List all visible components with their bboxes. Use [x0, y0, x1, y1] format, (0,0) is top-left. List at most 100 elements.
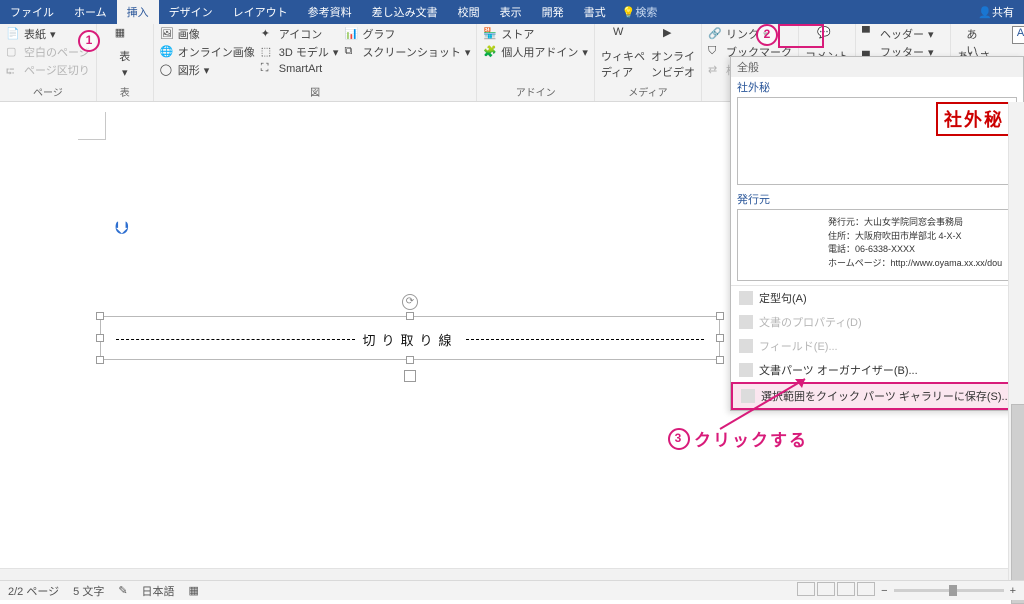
- smartart-icon: ⛶: [261, 62, 275, 76]
- tab-review[interactable]: 校閲: [448, 0, 490, 24]
- screenshot-button[interactable]: ⧉スクリーンショット ▾: [344, 44, 470, 60]
- anchor-icon: ⮋: [115, 218, 129, 239]
- resize-handle[interactable]: [716, 356, 724, 364]
- textbox-icon: A: [1012, 26, 1024, 44]
- picture-button[interactable]: 🖼画像: [160, 26, 255, 42]
- dash-left: [116, 339, 355, 340]
- status-words[interactable]: 5 文字: [73, 583, 104, 599]
- break-icon: ⮓: [6, 63, 20, 77]
- scroll-thumb[interactable]: [1011, 404, 1024, 604]
- callout-1: 1: [78, 30, 100, 52]
- qp-thumb-confidential: 社外秘: [737, 97, 1017, 185]
- link-icon: 🔗: [708, 27, 722, 41]
- page-break-button[interactable]: ⮓ページ区切り: [6, 62, 90, 78]
- tab-design[interactable]: デザイン: [159, 0, 223, 24]
- wiki-button[interactable]: Wウィキペディア: [601, 26, 645, 80]
- qp-block-issuer[interactable]: 発行元 発行元：大山女学院同窓会事務局 住所：大阪府吹田市岸部北 4-X-X 電…: [731, 189, 1023, 285]
- screenshot-icon: ⧉: [344, 45, 358, 59]
- my-addins-button[interactable]: 🧩個人用アドイン ▾: [483, 44, 588, 60]
- tab-format[interactable]: 書式: [574, 0, 616, 24]
- search-label: 検索: [635, 4, 657, 20]
- selected-textbox[interactable]: ⟳ 切り取り線: [100, 302, 720, 374]
- blank-page-button[interactable]: ▢空白のページ: [6, 44, 90, 60]
- status-lang[interactable]: 日本語: [142, 583, 175, 599]
- layout-options-handle[interactable]: [404, 370, 416, 382]
- titlebar-spacer: [663, 0, 968, 24]
- tab-insert[interactable]: 挿入: [117, 0, 159, 24]
- cutline-row: 切り取り線: [116, 330, 704, 349]
- tab-view[interactable]: 表示: [490, 0, 532, 24]
- status-bar: 2/2 ページ 5 文字 ✎ 日本語 ▦ − +: [0, 580, 1024, 600]
- icons-button[interactable]: ✦アイコン: [261, 26, 339, 42]
- blank-icon: ▢: [6, 45, 20, 59]
- status-macro-icon[interactable]: ▦: [189, 584, 199, 597]
- callout-3-arrow: [710, 374, 810, 434]
- table-button[interactable]: ▦表▾: [103, 26, 147, 79]
- share-label: 共有: [992, 4, 1014, 20]
- tab-mail[interactable]: 差し込み文書: [362, 0, 448, 24]
- cutline-label: 切り取り線: [363, 330, 458, 349]
- tab-dev[interactable]: 開発: [532, 0, 574, 24]
- store-button[interactable]: 🏪ストア: [483, 26, 588, 42]
- shapes-icon: ◯: [160, 63, 174, 77]
- confidential-stamp: 社外秘: [936, 102, 1012, 136]
- picture-icon: 🖼: [160, 27, 174, 41]
- smartart-button[interactable]: ⛶SmartArt: [261, 62, 339, 76]
- status-page[interactable]: 2/2 ページ: [8, 583, 59, 599]
- share-button[interactable]: 👤 共有: [968, 0, 1024, 24]
- tab-home[interactable]: ホーム: [64, 0, 117, 24]
- resize-handle[interactable]: [716, 312, 724, 320]
- shapes-button[interactable]: ◯図形 ▾: [160, 62, 255, 78]
- qp-block-confidential[interactable]: 社外秘 社外秘: [731, 77, 1023, 189]
- zoom-knob[interactable]: [949, 585, 957, 596]
- group-table: ▦表▾ 表: [97, 24, 154, 101]
- resize-handle[interactable]: [406, 356, 414, 364]
- callout-2: 2: [756, 24, 778, 46]
- video-icon: ▶: [663, 26, 683, 46]
- qp-autotext[interactable]: 定型句(A): [731, 286, 1023, 310]
- group-page-label: ページ: [6, 82, 90, 99]
- qp-field: フィールド(E)...: [731, 334, 1023, 358]
- ribbon-tabs: ファイル ホーム 挿入 デザイン レイアウト 参考資料 差し込み文書 校閲 表示…: [0, 0, 1024, 24]
- group-addin-label: アドイン: [483, 82, 588, 99]
- online-picture-button[interactable]: 🌐オンライン画像: [160, 44, 255, 60]
- tell-me-search[interactable]: 💡 検索: [616, 0, 664, 24]
- vertical-scrollbar[interactable]: [1008, 102, 1024, 580]
- zoom-slider[interactable]: [894, 589, 1004, 592]
- aisatsu-icon: あいさつ: [966, 26, 986, 46]
- table-icon: ▦: [115, 26, 135, 46]
- status-proof-icon[interactable]: ✎: [118, 584, 127, 597]
- header-button[interactable]: ▀ヘッダー ▾: [862, 26, 944, 42]
- zoom-in[interactable]: +: [1010, 585, 1016, 597]
- issuer-line: 住所：大阪府吹田市岸部北 4-X-X: [828, 230, 1010, 244]
- group-media: Wウィキペディア ▶オンラインビデオ メディア: [595, 24, 702, 101]
- resize-handle[interactable]: [96, 334, 104, 342]
- resize-handle[interactable]: [716, 334, 724, 342]
- online-video-button[interactable]: ▶オンラインビデオ: [651, 26, 695, 80]
- page-margin-corner: [78, 112, 106, 140]
- resize-handle[interactable]: [96, 312, 104, 320]
- 3d-model-button[interactable]: ⬚3D モデル ▾: [261, 44, 339, 60]
- tab-ref[interactable]: 参考資料: [298, 0, 362, 24]
- view-buttons[interactable]: [795, 582, 875, 599]
- rotate-handle[interactable]: ⟳: [402, 294, 418, 310]
- textbox-button[interactable]: A: [1001, 26, 1024, 44]
- callout-3-text: クリックする: [694, 426, 808, 451]
- quickparts-dropdown: 全般 社外秘 社外秘 発行元 発行元：大山女学院同窓会事務局 住所：大阪府吹田市…: [730, 56, 1024, 411]
- tab-layout[interactable]: レイアウト: [223, 0, 298, 24]
- tab-file[interactable]: ファイル: [0, 0, 64, 24]
- resize-handle[interactable]: [96, 356, 104, 364]
- resize-handle[interactable]: [406, 312, 414, 320]
- callout-2-highlight: [778, 24, 824, 48]
- horizontal-scrollbar[interactable]: [0, 568, 1008, 580]
- issuer-line: 電話：06-6338-XXXX: [828, 243, 1010, 257]
- header-icon: ▀: [862, 27, 876, 41]
- zoom-out[interactable]: −: [881, 585, 887, 597]
- chart-button[interactable]: 📊グラフ: [344, 26, 470, 42]
- qp-thumb-issuer: 発行元：大山女学院同窓会事務局 住所：大阪府吹田市岸部北 4-X-X 電話：06…: [737, 209, 1017, 281]
- issuer-line: 発行元：大山女学院同窓会事務局: [828, 216, 1010, 230]
- qp-docprops: 文書のプロパティ(D): [731, 310, 1023, 334]
- page-icon: 📄: [6, 27, 20, 41]
- icons-icon: ✦: [261, 27, 275, 41]
- store-icon: 🏪: [483, 27, 497, 41]
